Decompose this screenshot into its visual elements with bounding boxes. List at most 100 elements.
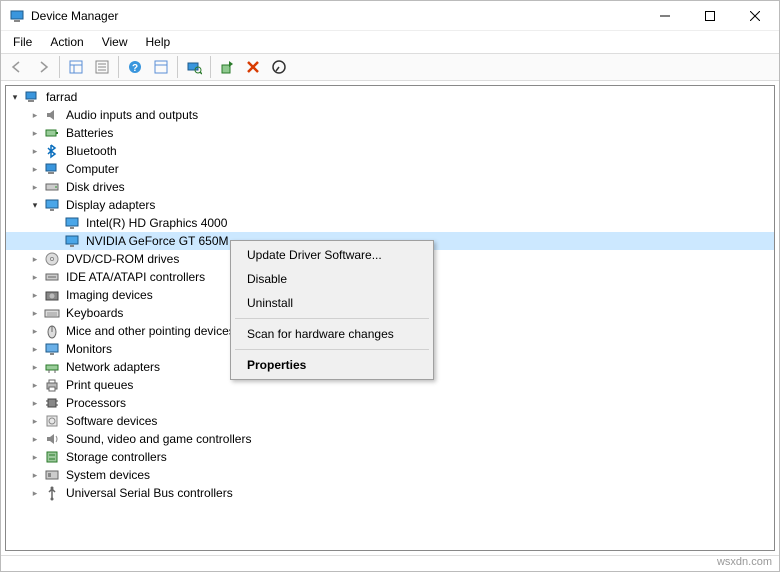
expand-arrow-icon[interactable] <box>28 270 42 284</box>
help-button[interactable]: ? <box>123 55 147 79</box>
expand-arrow-icon[interactable] <box>28 162 42 176</box>
tree-category-storage[interactable]: Storage controllers <box>6 448 774 466</box>
expand-arrow-icon[interactable] <box>28 288 42 302</box>
mouse-icon <box>44 323 60 339</box>
expand-arrow-icon[interactable] <box>28 360 42 374</box>
ctx-update-driver[interactable]: Update Driver Software... <box>233 243 431 267</box>
disk-icon <box>44 179 60 195</box>
maximize-button[interactable] <box>687 2 732 30</box>
sound-icon <box>44 431 60 447</box>
expand-arrow-icon[interactable] <box>28 378 42 392</box>
expand-arrow-icon[interactable] <box>28 108 42 122</box>
tree-item-label: Disk drives <box>64 180 127 194</box>
titlebar: Device Manager <box>1 1 779 31</box>
menu-action[interactable]: Action <box>42 33 91 51</box>
display-icon <box>44 197 60 213</box>
expand-arrow-icon[interactable] <box>28 486 42 500</box>
watermark: wsxdn.com <box>717 556 772 568</box>
menu-view[interactable]: View <box>94 33 136 51</box>
expand-arrow-icon[interactable] <box>28 126 42 140</box>
expand-arrow-icon[interactable] <box>28 144 42 158</box>
expand-arrow-icon[interactable] <box>28 180 42 194</box>
uninstall-button[interactable] <box>241 55 265 79</box>
tree-item-label: IDE ATA/ATAPI controllers <box>64 270 207 284</box>
tree-item-label: Intel(R) HD Graphics 4000 <box>84 216 229 230</box>
action-button[interactable] <box>149 55 173 79</box>
tree-item-label: Display adapters <box>64 198 157 212</box>
collapse-arrow-icon[interactable] <box>28 198 42 212</box>
app-icon <box>9 8 25 24</box>
expand-arrow-icon[interactable] <box>28 324 42 338</box>
close-button[interactable] <box>732 2 777 30</box>
tree-item-label: Print queues <box>64 378 135 392</box>
tree-item-label: Mice and other pointing devices <box>64 324 237 338</box>
display-icon <box>64 233 80 249</box>
back-button[interactable] <box>5 55 29 79</box>
usb-icon <box>44 485 60 501</box>
tree-item-label: System devices <box>64 468 152 482</box>
ctx-disable[interactable]: Disable <box>233 267 431 291</box>
menu-file[interactable]: File <box>5 33 40 51</box>
tree-category-battery[interactable]: Batteries <box>6 124 774 142</box>
tree-item-label: Universal Serial Bus controllers <box>64 486 235 500</box>
show-hide-tree-button[interactable] <box>64 55 88 79</box>
tree-category-software[interactable]: Software devices <box>6 412 774 430</box>
tree-category-system[interactable]: System devices <box>6 466 774 484</box>
ctx-separator <box>235 349 429 350</box>
collapse-arrow-icon[interactable] <box>8 90 22 104</box>
expand-arrow-icon[interactable] <box>28 432 42 446</box>
tree-category-audio[interactable]: Audio inputs and outputs <box>6 106 774 124</box>
keyboard-icon <box>44 305 60 321</box>
tree-item-label: farrad <box>44 90 79 104</box>
minimize-button[interactable] <box>642 2 687 30</box>
tree-item-label: DVD/CD-ROM drives <box>64 252 181 266</box>
expand-arrow-icon[interactable] <box>28 468 42 482</box>
tree-category-computer[interactable]: Computer <box>6 160 774 178</box>
ctx-scan[interactable]: Scan for hardware changes <box>233 322 431 346</box>
expand-arrow-icon[interactable] <box>28 396 42 410</box>
tree-category-bluetooth[interactable]: Bluetooth <box>6 142 774 160</box>
expand-arrow-icon[interactable] <box>28 342 42 356</box>
computer-icon <box>44 161 60 177</box>
expand-arrow-icon[interactable] <box>28 450 42 464</box>
tree-item-label: Network adapters <box>64 360 162 374</box>
expand-arrow-icon[interactable] <box>28 306 42 320</box>
tree-item-label: Keyboards <box>64 306 125 320</box>
tree-item-label: Monitors <box>64 342 114 356</box>
tree-category-display[interactable]: Display adapters <box>6 196 774 214</box>
ctx-properties[interactable]: Properties <box>233 353 431 377</box>
window-title: Device Manager <box>31 9 642 23</box>
toolbar: ? <box>1 53 779 81</box>
tree-item-label: Batteries <box>64 126 115 140</box>
scan-hardware-button[interactable] <box>182 55 206 79</box>
tree-root[interactable]: farrad <box>6 88 774 106</box>
expand-arrow-icon[interactable] <box>28 252 42 266</box>
monitor-icon <box>44 341 60 357</box>
properties-button[interactable] <box>90 55 114 79</box>
system-icon <box>44 467 60 483</box>
tree-category-usb[interactable]: Universal Serial Bus controllers <box>6 484 774 502</box>
expand-arrow-icon[interactable] <box>28 414 42 428</box>
tree-category-disk[interactable]: Disk drives <box>6 178 774 196</box>
ide-icon <box>44 269 60 285</box>
disable-button[interactable] <box>267 55 291 79</box>
tree-item-label: Software devices <box>64 414 159 428</box>
dvd-icon <box>44 251 60 267</box>
tree-device[interactable]: Intel(R) HD Graphics 4000 <box>6 214 774 232</box>
ctx-separator <box>235 318 429 319</box>
tree-item-label: Bluetooth <box>64 144 119 158</box>
forward-button[interactable] <box>31 55 55 79</box>
tree-item-label: Sound, video and game controllers <box>64 432 253 446</box>
tree-item-label: Computer <box>64 162 121 176</box>
tree-item-label: Imaging devices <box>64 288 155 302</box>
update-driver-button[interactable] <box>215 55 239 79</box>
statusbar <box>1 555 779 571</box>
display-icon <box>64 215 80 231</box>
tree-item-label: Processors <box>64 396 128 410</box>
tree-category-processor[interactable]: Processors <box>6 394 774 412</box>
tree-category-sound[interactable]: Sound, video and game controllers <box>6 430 774 448</box>
menu-help[interactable]: Help <box>138 33 179 51</box>
audio-icon <box>44 107 60 123</box>
ctx-uninstall[interactable]: Uninstall <box>233 291 431 315</box>
svg-text:?: ? <box>132 63 138 74</box>
